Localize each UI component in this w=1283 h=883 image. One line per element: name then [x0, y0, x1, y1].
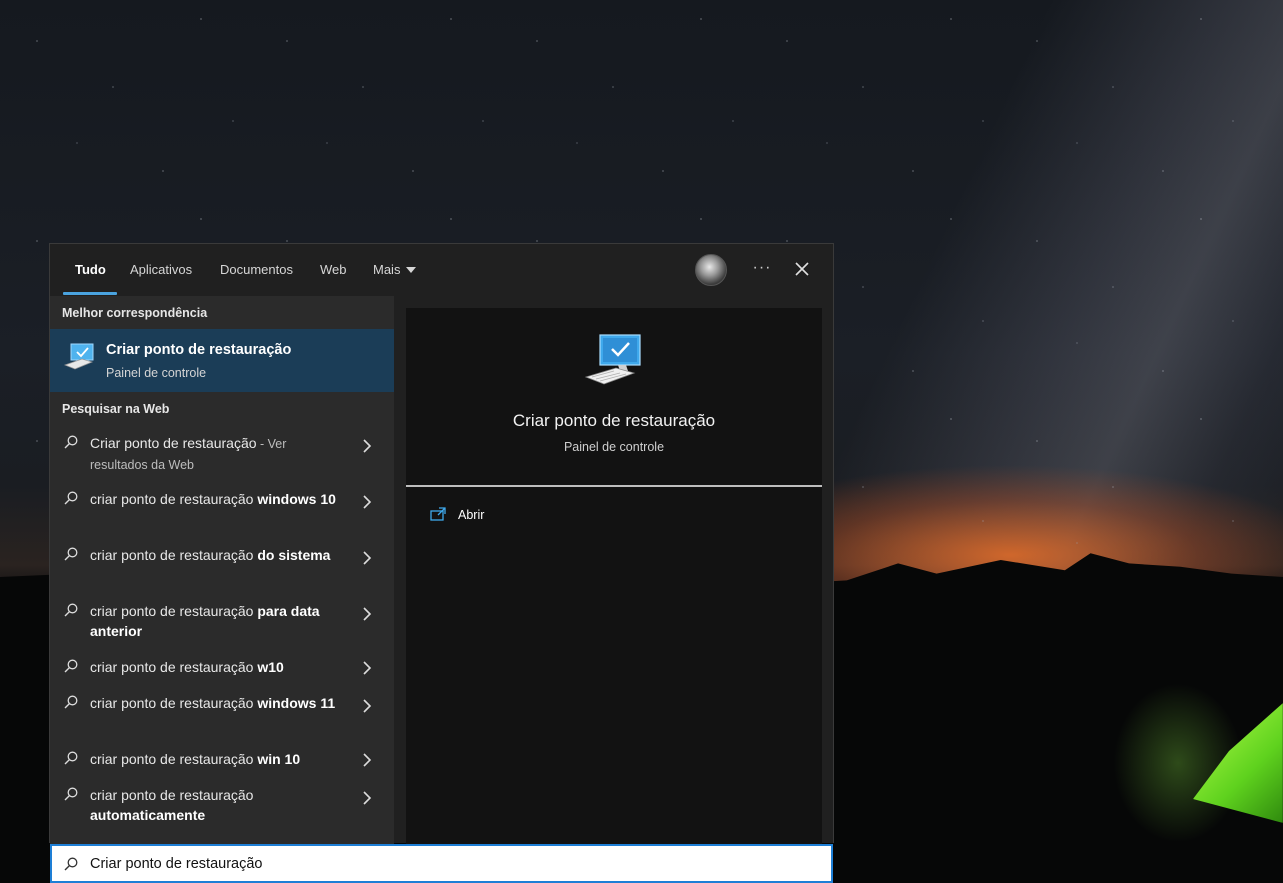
chevron-right-icon — [363, 439, 372, 453]
search-icon — [64, 603, 78, 617]
result-query-text: criar ponto de restauração — [90, 491, 258, 507]
preview-title: Criar ponto de restauração — [512, 411, 716, 430]
tab-web[interactable]: Web — [320, 244, 347, 296]
web-search-heading: Pesquisar na Web — [62, 402, 170, 416]
web-result-item[interactable]: criar ponto de restauração do sistema — [50, 538, 394, 594]
tab-aplicativos[interactable]: Aplicativos — [130, 244, 192, 296]
best-match-heading: Melhor correspondência — [62, 306, 208, 320]
chevron-right-icon — [363, 791, 372, 805]
result-query-text: criar ponto de restauração — [90, 547, 258, 563]
web-result-item[interactable]: criar ponto de restauração w10 — [50, 650, 394, 686]
search-icon — [64, 695, 78, 709]
search-icon — [64, 547, 78, 561]
result-query-completion: windows 10 — [257, 491, 336, 507]
chevron-right-icon — [363, 607, 372, 621]
result-query-completion: w10 — [257, 659, 284, 675]
chevron-right-icon — [363, 661, 372, 675]
web-result-text: criar ponto de restauração windows 11 — [90, 693, 345, 713]
result-suffix-line2: resultados da Web — [90, 458, 194, 472]
preview-subtitle: Painel de controle — [563, 440, 665, 454]
search-icon — [64, 491, 78, 505]
search-panel: Tudo Aplicativos Documentos Web Mais ···… — [49, 243, 834, 844]
best-match-item[interactable]: Criar ponto de restauração Painel de con… — [50, 329, 394, 392]
web-result-item[interactable]: criar ponto de restauração win 10 — [50, 742, 394, 778]
best-match-title: Criar ponto de restauração — [106, 342, 292, 358]
result-query-completion: automaticamente — [90, 807, 206, 823]
result-query-text: criar ponto de restauração — [90, 695, 258, 711]
chevron-right-icon — [363, 551, 372, 565]
chevron-right-icon — [363, 495, 372, 509]
web-result-text: Criar ponto de restauração - Ver resultad… — [90, 433, 345, 475]
search-input[interactable] — [90, 846, 810, 881]
results-list: Melhor correspondência Criar ponto de re… — [50, 296, 394, 844]
web-result-text: criar ponto de restauração para data ant… — [90, 601, 345, 641]
web-result-item[interactable]: criar ponto de restauração windows 10 — [50, 482, 394, 538]
result-query-text: criar ponto de restauração — [90, 603, 258, 619]
chevron-right-icon — [363, 699, 372, 713]
best-match-subtitle: Painel de controle — [106, 366, 207, 380]
search-box[interactable] — [50, 844, 833, 883]
result-suffix: - Ver — [256, 437, 287, 451]
web-result-item[interactable]: criar ponto de restauração para data ant… — [50, 594, 394, 650]
tab-documentos[interactable]: Documentos — [220, 244, 293, 296]
web-result-text: criar ponto de restauração win 10 — [90, 749, 345, 769]
chevron-right-icon — [363, 753, 372, 767]
preview-pane: Criar ponto de restauração Painel de con… — [406, 308, 822, 844]
tab-tudo[interactable]: Tudo — [75, 244, 106, 296]
web-result-item[interactable]: Criar ponto de restauração - Ver resultad… — [50, 426, 394, 482]
search-icon — [64, 435, 78, 449]
result-query-completion: win 10 — [257, 751, 301, 767]
result-query-text: criar ponto de restauração — [90, 659, 258, 675]
open-action[interactable]: Abrir — [458, 508, 484, 522]
search-icon — [64, 659, 78, 673]
tab-mais[interactable]: Mais — [373, 244, 417, 296]
active-tab-indicator — [63, 292, 117, 295]
result-query-completion: windows 11 — [257, 695, 336, 711]
web-result-item[interactable]: criar ponto de restauração windows 11 — [50, 686, 394, 742]
search-header: Tudo Aplicativos Documentos Web Mais ··· — [50, 244, 833, 296]
search-icon — [64, 751, 78, 765]
web-result-text: criar ponto de restauração do sistema — [90, 545, 345, 565]
result-query-text: criar ponto de restauração — [90, 787, 254, 803]
ellipsis-icon[interactable]: ··· — [750, 257, 774, 281]
search-icon — [64, 857, 78, 871]
computer-check-icon — [64, 343, 94, 370]
result-query-completion: do sistema — [257, 547, 331, 563]
result-query-text: Criar ponto de restauração — [90, 435, 257, 451]
web-result-text: criar ponto de restauração w10 — [90, 657, 345, 677]
web-result-text: criar ponto de restauração windows 10 — [90, 489, 345, 509]
web-result-item[interactable]: criar ponto de restauração automaticamen… — [50, 778, 394, 834]
result-query-text: criar ponto de restauração — [90, 751, 258, 767]
divider — [406, 485, 822, 487]
close-icon[interactable] — [790, 257, 814, 281]
computer-check-icon — [584, 334, 641, 385]
search-icon — [64, 787, 78, 801]
account-avatar[interactable] — [695, 254, 727, 286]
chevron-down-icon — [406, 266, 417, 273]
tab-mais-label: Mais — [373, 262, 401, 277]
web-result-text: criar ponto de restauração automaticamen… — [90, 785, 345, 825]
open-icon — [430, 507, 446, 521]
